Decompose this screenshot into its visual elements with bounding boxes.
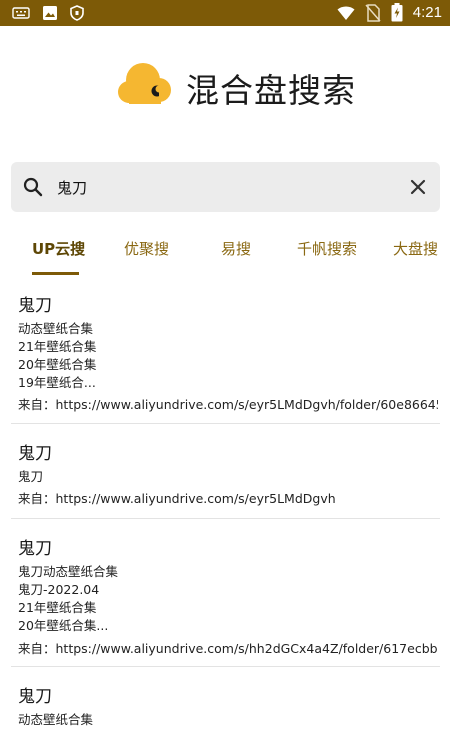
tab-dapan[interactable]: 大盘搜 xyxy=(393,238,438,259)
result-line: 动态壁纸合集 xyxy=(18,321,94,336)
search-icon[interactable] xyxy=(21,175,45,199)
image-icon xyxy=(43,6,57,20)
no-sim-icon xyxy=(365,3,381,22)
close-icon[interactable] xyxy=(406,175,430,199)
app-title: 混合盘搜索 xyxy=(186,71,356,110)
app-header: 混合盘搜索 xyxy=(0,60,450,116)
result-line: 21年壁纸合集 xyxy=(18,600,97,615)
result-title: 鬼刀 xyxy=(18,539,52,559)
list-item[interactable]: 鬼刀 鬼刀 来自：https://www.aliyundrive.com/s/e… xyxy=(0,424,450,519)
tab-up-cloud[interactable]: UP云搜 xyxy=(32,238,85,259)
shield-icon xyxy=(70,5,84,21)
cloud-logo-icon xyxy=(118,63,171,104)
result-line: 鬼刀动态壁纸合集 xyxy=(18,564,119,579)
result-line: 动态壁纸合集 xyxy=(18,712,94,727)
result-source-link[interactable]: 来自：https://www.aliyundrive.com/s/eyr5LMd… xyxy=(18,394,438,413)
result-source-link[interactable]: 来自：https://www.aliyundrive.com/s/hh2dGCx… xyxy=(18,638,438,657)
tab-youju[interactable]: 优聚搜 xyxy=(124,238,169,259)
tab-qianfan[interactable]: 千帆搜索 xyxy=(297,238,357,259)
result-line: 20年壁纸合集... xyxy=(18,618,109,633)
result-line: 鬼刀 xyxy=(18,469,44,484)
keyboard-icon xyxy=(12,7,30,19)
result-title: 鬼刀 xyxy=(18,296,52,316)
search-bar[interactable] xyxy=(11,162,440,212)
source-tabs: UP云搜 优聚搜 易搜 千帆搜索 大盘搜 xyxy=(0,230,450,276)
result-source-link[interactable]: 来自：https://www.aliyundrive.com/s/eyr5LMd… xyxy=(18,488,438,507)
battery-icon xyxy=(391,3,403,22)
list-item[interactable]: 鬼刀 鬼刀动态壁纸合集 鬼刀-2022.04 21年壁纸合集 20年壁纸合集..… xyxy=(0,519,450,667)
wifi-icon xyxy=(337,6,355,20)
result-title: 鬼刀 xyxy=(18,687,52,707)
result-line: 19年壁纸合... xyxy=(18,375,96,390)
result-line: 21年壁纸合集 xyxy=(18,339,97,354)
search-input[interactable] xyxy=(57,170,397,204)
status-bar: 4:21 xyxy=(0,0,450,26)
list-item[interactable]: 鬼刀 动态壁纸合集 xyxy=(0,667,450,730)
tab-yisou[interactable]: 易搜 xyxy=(221,238,251,259)
status-time: 4:21 xyxy=(412,4,442,21)
list-item[interactable]: 鬼刀 动态壁纸合集 21年壁纸合集 20年壁纸合集 19年壁纸合... 来自：h… xyxy=(0,282,450,424)
result-title: 鬼刀 xyxy=(18,444,52,464)
result-line: 20年壁纸合集 xyxy=(18,357,97,372)
tab-active-indicator xyxy=(32,272,79,275)
result-line: 鬼刀-2022.04 xyxy=(18,582,100,597)
